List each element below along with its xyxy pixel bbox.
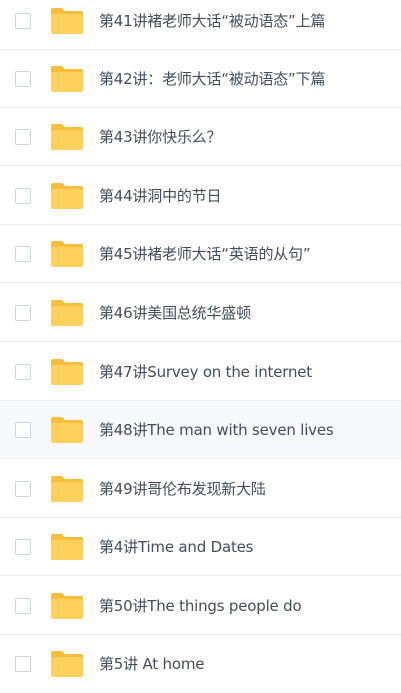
folder-icon: [50, 240, 84, 268]
list-item[interactable]: 第46讲美国总统华盛顿: [0, 284, 401, 342]
row-checkbox[interactable]: [15, 597, 31, 614]
file-name[interactable]: 第43讲你快乐么？: [99, 127, 389, 147]
folder-icon: [50, 358, 84, 386]
folder-icon: [50, 182, 84, 210]
folder-icon: [50, 416, 84, 444]
row-checkbox[interactable]: [15, 655, 31, 672]
list-item[interactable]: 第47讲Survey on the internet: [0, 343, 401, 401]
file-name[interactable]: 第4讲Time and Dates: [99, 537, 389, 557]
file-name[interactable]: 第49讲哥伦布发现新大陆: [99, 479, 389, 499]
folder-icon: [50, 475, 84, 503]
list-item[interactable]: 第43讲你快乐么？: [0, 108, 401, 166]
folder-icon: [50, 299, 84, 327]
row-checkbox[interactable]: [15, 70, 31, 87]
file-name[interactable]: 第5讲 At home: [99, 654, 389, 674]
folder-icon: [50, 7, 84, 35]
folder-icon: [50, 650, 84, 678]
file-name[interactable]: 第50讲The things people do: [99, 596, 389, 616]
row-checkbox[interactable]: [15, 363, 31, 380]
row-checkbox[interactable]: [15, 304, 31, 321]
row-checkbox[interactable]: [15, 12, 31, 29]
folder-icon: [50, 123, 84, 151]
folder-icon: [50, 65, 84, 93]
list-item[interactable]: 第48讲The man with seven lives: [0, 401, 401, 459]
row-checkbox[interactable]: [15, 245, 31, 262]
file-name[interactable]: 第42讲：老师大话“被动语态”下篇: [99, 69, 389, 89]
file-name[interactable]: 第45讲褚老师大话“英语的从句”: [99, 244, 389, 264]
list-item[interactable]: 第45讲褚老师大话“英语的从句”: [0, 225, 401, 283]
list-item[interactable]: 第44讲洞中的节日: [0, 167, 401, 225]
file-name[interactable]: 第48讲The man with seven lives: [99, 420, 389, 440]
row-checkbox[interactable]: [15, 538, 31, 555]
folder-icon: [50, 592, 84, 620]
list-item[interactable]: 第5讲 At home: [0, 635, 401, 693]
row-checkbox[interactable]: [15, 480, 31, 497]
list-item[interactable]: 第41讲褚老师大话“被动语态”上篇: [0, 0, 401, 50]
list-item[interactable]: 第50讲The things people do: [0, 577, 401, 635]
file-name[interactable]: 第47讲Survey on the internet: [99, 362, 389, 382]
list-item[interactable]: 第4讲Time and Dates: [0, 518, 401, 576]
file-name[interactable]: 第41讲褚老师大话“被动语态”上篇: [99, 11, 389, 31]
file-name[interactable]: 第46讲美国总统华盛顿: [99, 303, 389, 323]
list-item[interactable]: 第42讲：老师大话“被动语态”下篇: [0, 50, 401, 108]
folder-icon: [50, 533, 84, 561]
list-item[interactable]: 第49讲哥伦布发现新大陆: [0, 460, 401, 518]
row-checkbox[interactable]: [15, 128, 31, 145]
file-list: 第41讲褚老师大话“被动语态”上篇 第42讲：老师大话“被动语态”下篇 第43讲…: [0, 0, 401, 693]
row-checkbox[interactable]: [15, 421, 31, 438]
file-name[interactable]: 第44讲洞中的节日: [99, 186, 389, 206]
row-checkbox[interactable]: [15, 187, 31, 204]
